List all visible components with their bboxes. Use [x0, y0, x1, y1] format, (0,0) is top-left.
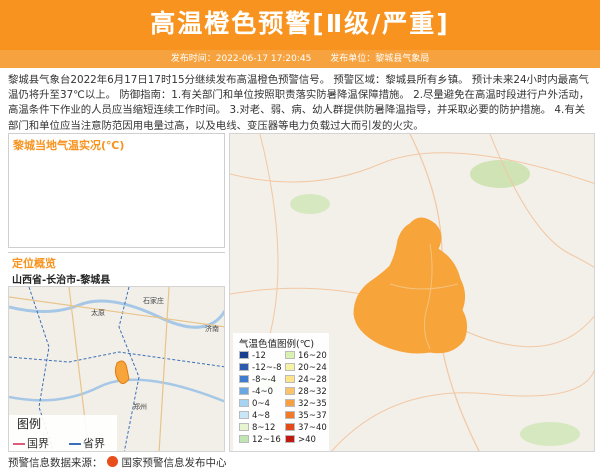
temperature-legend-item: 0~4 — [239, 399, 270, 409]
temperature-legend-swatch — [239, 435, 249, 443]
map-label-taiyuan: 太原 — [91, 308, 105, 317]
temperature-legend-swatch — [239, 363, 249, 371]
temperature-legend-item: 16~20 — [285, 351, 327, 361]
publish-meta: 发布时间：2022-06-17 17:20:45 发布单位：黎城县气象局 — [0, 50, 600, 68]
local-temperature-panel: 黎城当地气温实况(℃) — [8, 133, 225, 248]
legend-national-border: 国界 — [13, 435, 49, 451]
warning-center-logo-icon — [106, 456, 118, 467]
temperature-legend-item: -12 — [239, 351, 266, 361]
temperature-legend-item: 4~8 — [239, 411, 270, 421]
temperature-legend-item: 35~37 — [285, 411, 327, 421]
map-label-shijiazhuang: 石家庄 — [143, 296, 164, 305]
temperature-legend-label: 4~8 — [252, 411, 270, 421]
temperature-legend-item: 24~28 — [285, 375, 327, 385]
page-title: 高温橙色预警[Ⅱ级/严重] — [150, 9, 450, 38]
temperature-legend-label: 37~40 — [298, 423, 327, 433]
temperature-legend-label: 35~37 — [298, 411, 327, 421]
warning-header: 高温橙色预警[Ⅱ级/严重] 发布时间：2022-06-17 17:20:45 发… — [0, 0, 600, 68]
temperature-legend-swatch — [285, 435, 295, 443]
location-path: 山西省-长治市-黎城县 — [12, 275, 111, 286]
temperature-legend-label: -12 — [252, 351, 266, 361]
temperature-legend-label: 0~4 — [252, 399, 270, 409]
temperature-legend-label: >40 — [298, 435, 316, 445]
temperature-legend-swatch — [239, 387, 249, 395]
data-source-label: 预警信息数据来源： — [8, 457, 103, 469]
data-source-footer: 预警信息数据来源： 国家预警信息发布中心 — [8, 456, 227, 471]
temperature-legend-swatch — [285, 399, 295, 407]
temperature-legend-label: 12~16 — [252, 435, 281, 445]
temperature-legend-swatch — [239, 399, 249, 407]
temperature-legend-item: 32~35 — [285, 399, 327, 409]
temperature-legend-swatch — [285, 423, 295, 431]
temperature-legend-label: -12~-8 — [252, 363, 282, 373]
publish-time: 发布时间：2022-06-17 17:20:45 — [170, 54, 312, 64]
temperature-legend-swatch — [285, 387, 295, 395]
temperature-legend-label: 24~28 — [298, 375, 327, 385]
temperature-legend-title: 气温色值图例(℃) — [239, 339, 315, 350]
temperature-legend-item: -4~0 — [239, 387, 273, 397]
temperature-color-legend: 气温色值图例(℃) -12 16~20 -12~-8 20~24 -8~-4 24~28 -4… — [233, 333, 329, 451]
publish-unit: 发布单位：黎城县气象局 — [330, 54, 430, 64]
temperature-legend-label: -8~-4 — [252, 375, 277, 385]
temperature-legend-label: 32~35 — [298, 399, 327, 409]
overview-map[interactable]: 太原 石家庄 济南 郑州 图例 国界 省界 — [8, 286, 225, 452]
temperature-legend-swatch — [285, 411, 295, 419]
temperature-legend-label: 28~32 — [298, 387, 327, 397]
forest-area — [470, 160, 530, 188]
overview-map-legend: 图例 国界 省界 — [9, 415, 117, 451]
temperature-legend-label: 16~20 — [298, 351, 327, 361]
forest-area — [290, 194, 330, 214]
temperature-legend-item: 12~16 — [239, 435, 281, 445]
temperature-legend-item: -12~-8 — [239, 363, 281, 373]
temperature-panel-title: 黎城当地气温实况(℃) — [13, 139, 125, 152]
data-source-org[interactable]: 国家预警信息发布中心 — [122, 457, 227, 469]
temperature-legend-item: 8~12 — [239, 423, 275, 433]
location-header: 定位概览 山西省-长治市-黎城县 — [8, 252, 225, 286]
national-border-swatch — [13, 443, 25, 445]
warning-area-map[interactable]: 气温色值图例(℃) -12 16~20 -12~-8 20~24 -8~-4 24~28 -4… — [229, 133, 595, 452]
map-label-zhengzhou: 郑州 — [133, 403, 147, 411]
temperature-legend-swatch — [239, 411, 249, 419]
map-label-jinan: 济南 — [205, 324, 219, 333]
temperature-legend-swatch — [285, 375, 295, 383]
temperature-legend-label: -4~0 — [252, 387, 274, 397]
temperature-legend-swatch — [285, 351, 295, 359]
location-overview-panel: 定位概览 山西省-长治市-黎城县 太原 石家庄 济南 郑州 图例 国界 省界 — [8, 252, 225, 452]
temperature-legend-swatch — [239, 351, 249, 359]
warning-description: 黎城县气象台2022年6月17日17时15分继续发布高温橙色预警信号。 预警区域… — [8, 74, 590, 132]
temperature-legend-item: 28~32 — [285, 387, 327, 397]
temperature-legend-swatch — [285, 363, 295, 371]
province-border-swatch — [69, 443, 81, 445]
temperature-legend-item: 20~24 — [285, 363, 327, 373]
temperature-legend-label: 8~12 — [252, 423, 276, 433]
legend-province-border: 省界 — [69, 435, 105, 451]
temperature-legend-item: 37~40 — [285, 423, 327, 433]
legend-title: 图例 — [17, 417, 42, 431]
temperature-legend-swatch — [239, 423, 249, 431]
forest-area — [520, 422, 580, 446]
location-panel-title: 定位概览 — [12, 257, 56, 270]
temperature-legend-item: >40 — [285, 435, 316, 445]
temperature-legend-item: -8~-4 — [239, 375, 276, 385]
temperature-legend-label: 20~24 — [298, 363, 327, 373]
temperature-legend-swatch — [239, 375, 249, 383]
